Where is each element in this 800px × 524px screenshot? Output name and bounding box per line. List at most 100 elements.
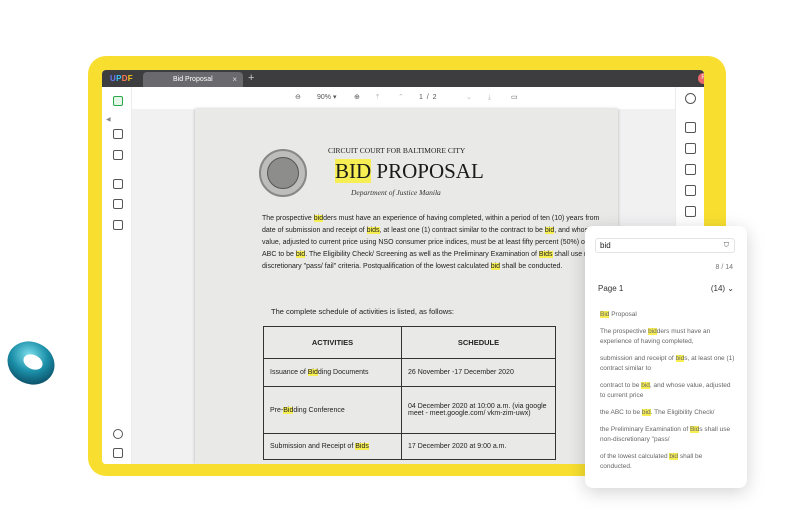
search-highlight: bid xyxy=(669,453,679,460)
result-text: the ABC to be xyxy=(600,409,642,416)
convert-pdf-icon[interactable] xyxy=(685,143,696,154)
pdf-page: CIRCUIT COURT FOR BALTIMORE CITY BID PRO… xyxy=(195,109,618,464)
page-indicator[interactable]: 1 / 2 xyxy=(419,92,437,104)
table-cell: 26 November -17 December 2020 xyxy=(401,358,556,387)
paragraph-text: The prospective xyxy=(262,215,314,222)
search-result-item[interactable]: the Preliminary Examination of Bids shal… xyxy=(600,425,735,445)
search-result-item[interactable]: the ABC to be bid. The Eligibility Check… xyxy=(600,408,735,418)
view-toolbar: ⊖ 90% ▾ ⊕ ⤒ ⌃ 1 / 2 ⌄ ⤓ ▭ xyxy=(132,87,675,109)
search-highlight: Bids xyxy=(355,443,369,450)
app-logo: UPDF xyxy=(110,74,133,83)
form-icon[interactable] xyxy=(113,199,123,209)
court-seal xyxy=(259,149,307,197)
search-highlight: bid xyxy=(641,409,651,416)
search-highlight: bid xyxy=(675,355,685,362)
table-cell: Submission and Receipt of Bids xyxy=(263,433,402,460)
cell-text: ding Documents xyxy=(317,369,369,376)
page-group-header[interactable]: Page 1 (14) ⌄ xyxy=(598,284,734,293)
search-result-item[interactable]: Bid Proposal xyxy=(600,310,735,320)
table-header: ACTIVITIES xyxy=(263,326,402,359)
search-highlight: bid xyxy=(544,227,555,234)
table-cell: Pre-Bidding Conference xyxy=(263,386,402,434)
result-text: of the lowest calculated xyxy=(600,453,670,460)
department: Department of Justice Manila xyxy=(351,188,441,197)
chevron-down-icon[interactable]: ⌄ xyxy=(727,284,734,293)
search-panel: bid ⛉ 8 / 14 Page 1 (14) ⌄ Bid Proposal T… xyxy=(585,226,747,488)
decorative-torus xyxy=(7,341,55,385)
collapse-arrow-icon[interactable]: ◀ xyxy=(106,116,111,123)
zoom-select[interactable]: 90% ▾ xyxy=(311,92,344,104)
search-highlight: bid xyxy=(648,328,657,335)
table-cell: Issuance of Bidding Documents xyxy=(263,358,402,387)
comment-icon[interactable] xyxy=(113,150,123,160)
prev-page-icon[interactable]: ⌃ xyxy=(398,93,404,103)
reader-icon[interactable] xyxy=(113,96,123,106)
paragraph-text: , at least one (1) contract similar to t… xyxy=(379,227,545,234)
ocr-icon[interactable] xyxy=(685,122,696,133)
organize-pages-icon[interactable] xyxy=(113,179,123,189)
cell-text: ding Conference xyxy=(293,406,345,414)
protect-icon[interactable] xyxy=(685,185,696,196)
tab-close-icon[interactable]: × xyxy=(232,72,237,87)
search-highlight: Bid xyxy=(689,426,700,433)
search-result-item[interactable]: contract to be bid, and whose value, adj… xyxy=(600,381,735,401)
table-cell: 17 December 2020 at 9:00 a.m. xyxy=(401,433,556,460)
search-result-item[interactable]: submission and receipt of bids, at least… xyxy=(600,354,735,374)
search-highlight: Bids xyxy=(538,251,553,258)
ocr-icon[interactable] xyxy=(113,220,123,230)
left-toolbar: ◀ xyxy=(102,87,132,464)
comment-mode-icon[interactable]: ▭ xyxy=(511,93,518,103)
table-row: Issuance of Bidding Documents 26 Novembe… xyxy=(263,358,556,387)
table-cell: 04 December 2020 at 10:00 a.m. (via goog… xyxy=(401,386,556,434)
zoom-in-icon[interactable]: ⊕ xyxy=(354,93,360,103)
last-page-icon[interactable]: ⤓ xyxy=(488,93,491,103)
result-text: . The Eligibility Check/ xyxy=(650,409,715,416)
table-row: Submission and Receipt of Bids 17 Decemb… xyxy=(263,433,556,460)
search-results: Bid Proposal The prospective bidders must… xyxy=(600,310,735,479)
search-highlight: bid xyxy=(641,382,650,389)
cell-text: Pre- xyxy=(270,406,284,414)
search-highlight: bid xyxy=(313,215,324,222)
search-icon[interactable] xyxy=(685,93,696,104)
search-highlight: bids xyxy=(366,227,380,234)
result-text: The prospective xyxy=(600,328,649,335)
bookmark-icon[interactable] xyxy=(113,448,123,458)
court-name: CIRCUIT COURT FOR BALTIMORE CITY xyxy=(328,146,466,155)
search-highlight: bid xyxy=(295,251,306,258)
table-header: SCHEDULE xyxy=(401,326,556,359)
document-tab[interactable]: Bid Proposal × xyxy=(143,72,243,87)
document-title: BID PROPOSAL xyxy=(335,159,484,183)
search-highlight: bid xyxy=(490,263,501,270)
search-highlight: Bid xyxy=(283,406,294,414)
pdfa-icon[interactable] xyxy=(685,164,696,175)
search-input[interactable]: bid ⛉ xyxy=(595,238,735,253)
result-text: submission and receipt of xyxy=(600,355,676,362)
result-text: Proposal xyxy=(609,311,637,318)
result-text: contract to be xyxy=(600,382,642,389)
paragraph-text: shall be conducted. xyxy=(500,263,563,270)
first-page-icon[interactable]: ⤒ xyxy=(376,93,379,103)
paragraph-text: . The Eligibility Check/ Screening as we… xyxy=(305,251,539,258)
new-tab-icon[interactable]: + xyxy=(248,71,254,86)
filter-icon[interactable]: ⛉ xyxy=(724,239,729,252)
search-result-item[interactable]: The prospective bidders must have an exp… xyxy=(600,327,735,347)
search-highlight: Bid xyxy=(600,311,610,318)
result-count: 8 / 14 xyxy=(715,264,733,271)
schedule-intro: The complete schedule of activities is l… xyxy=(271,307,454,316)
share-icon[interactable] xyxy=(685,206,696,217)
cell-text: Issuance of xyxy=(270,369,308,376)
search-highlight: Bid xyxy=(307,369,318,376)
next-page-icon[interactable]: ⌄ xyxy=(466,93,472,103)
document-paragraph: The prospective bidders must have an exp… xyxy=(262,213,602,273)
schedule-table: ACTIVITIES SCHEDULE Issuance of Bidding … xyxy=(263,326,556,460)
layers-icon[interactable] xyxy=(113,429,123,439)
search-result-item[interactable]: of the lowest calculated bid shall be co… xyxy=(600,452,735,472)
tab-title: Bid Proposal xyxy=(173,76,213,83)
zoom-out-icon[interactable]: ⊖ xyxy=(295,93,301,103)
cell-text: Submission and Receipt of xyxy=(270,443,356,450)
edit-text-icon[interactable] xyxy=(113,129,123,139)
user-avatar[interactable]: R xyxy=(698,73,704,84)
result-text: the Preliminary Examination of xyxy=(600,426,690,433)
table-row: Pre-Bidding Conference 04 December 2020 … xyxy=(263,386,556,434)
title-bar: UPDF Bid Proposal × + R xyxy=(102,70,704,87)
